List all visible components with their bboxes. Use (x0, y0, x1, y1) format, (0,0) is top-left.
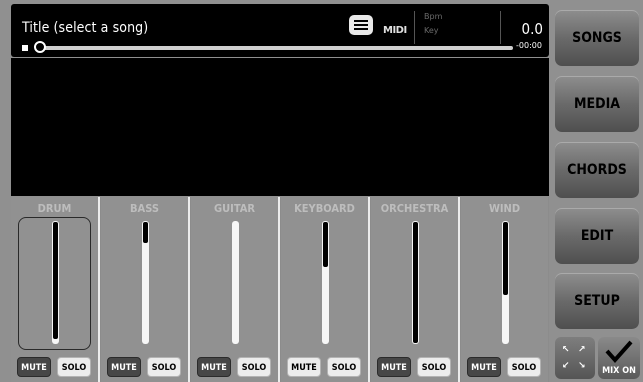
channel-divider (278, 197, 280, 382)
player-bar: Title (select a song) MIDI Bpm Key 0.0 -… (11, 4, 549, 57)
mix-on-button[interactable]: MIX ON (598, 337, 640, 379)
channel-divider (98, 197, 100, 382)
mute-button[interactable]: MUTE (467, 357, 501, 377)
solo-button[interactable]: SOLO (147, 357, 181, 377)
progress-slider[interactable] (41, 46, 513, 50)
fader-level (52, 222, 58, 340)
expand-icon: ↖ (562, 345, 570, 355)
channel-name: BASS (130, 202, 159, 215)
key-label: Key (424, 26, 439, 35)
fader-level (142, 222, 148, 243)
expand-icon: ↗ (578, 345, 586, 355)
fader-level (502, 222, 508, 295)
song-title[interactable]: Title (select a song) (22, 20, 148, 36)
channel-divider (368, 197, 370, 382)
time-remaining: -00:00 (516, 41, 542, 50)
channel-name: WIND (488, 202, 521, 215)
app-window: Title (select a song) MIDI Bpm Key 0.0 -… (0, 0, 643, 382)
playlist-icon[interactable] (349, 15, 373, 35)
lyrics-display (11, 58, 549, 196)
solo-button[interactable]: SOLO (327, 357, 361, 377)
stop-icon[interactable] (22, 45, 28, 51)
expand-icon: ↘ (578, 361, 586, 371)
channel-guitar: GUITAR MUTE SOLO (191, 197, 278, 382)
bpm-value: 0.0 (521, 20, 543, 38)
fader-level (322, 222, 328, 267)
mixer-panel: DRUM MUTE SOLO BASS MUTE SOLO GUITAR MUTE SOLO KE… (11, 197, 549, 382)
channel-bass: BASS MUTE SOLO (101, 197, 188, 382)
divider (414, 11, 415, 44)
volume-fader[interactable] (411, 221, 419, 344)
edit-button[interactable]: EDIT (555, 208, 639, 264)
media-button[interactable]: MEDIA (555, 76, 639, 132)
progress-handle[interactable] (34, 41, 46, 53)
volume-fader[interactable] (501, 221, 509, 344)
volume-fader[interactable] (231, 221, 239, 344)
bpm-label: Bpm (424, 12, 443, 21)
channel-name: ORCHESTRA (380, 202, 449, 215)
checkmark-icon (605, 340, 633, 364)
mute-button[interactable]: MUTE (197, 357, 231, 377)
channel-name: KEYBOARD (294, 202, 355, 215)
volume-fader[interactable] (321, 221, 329, 344)
channel-name: GUITAR (213, 202, 255, 215)
mute-button[interactable]: MUTE (287, 357, 321, 377)
solo-button[interactable]: SOLO (57, 357, 91, 377)
mute-button[interactable]: MUTE (107, 357, 141, 377)
chords-button[interactable]: CHORDS (555, 142, 639, 198)
channel-name: DRUM (37, 202, 72, 215)
volume-fader[interactable] (51, 221, 59, 344)
mute-button[interactable]: MUTE (377, 357, 411, 377)
mute-button[interactable]: MUTE (17, 357, 51, 377)
solo-button[interactable]: SOLO (417, 357, 451, 377)
volume-fader[interactable] (141, 221, 149, 344)
midi-icon[interactable]: MIDI (383, 25, 407, 36)
channel-drum: DRUM MUTE SOLO (11, 197, 98, 382)
divider (500, 11, 501, 44)
songs-button[interactable]: SONGS (555, 10, 639, 66)
fullscreen-button[interactable]: ↖ ↗ ↙ ↘ (555, 337, 595, 379)
solo-button[interactable]: SOLO (507, 357, 541, 377)
channel-wind: WIND MUTE SOLO (461, 197, 548, 382)
channel-divider (458, 197, 460, 382)
channel-keyboard: KEYBOARD MUTE SOLO (281, 197, 368, 382)
mix-on-label: MIX ON (602, 366, 636, 376)
channel-orchestra: ORCHESTRA MUTE SOLO (371, 197, 458, 382)
channel-divider (188, 197, 190, 382)
fader-level (412, 222, 418, 343)
expand-icon: ↙ (562, 361, 570, 371)
setup-button[interactable]: SETUP (555, 273, 639, 329)
solo-button[interactable]: SOLO (237, 357, 271, 377)
